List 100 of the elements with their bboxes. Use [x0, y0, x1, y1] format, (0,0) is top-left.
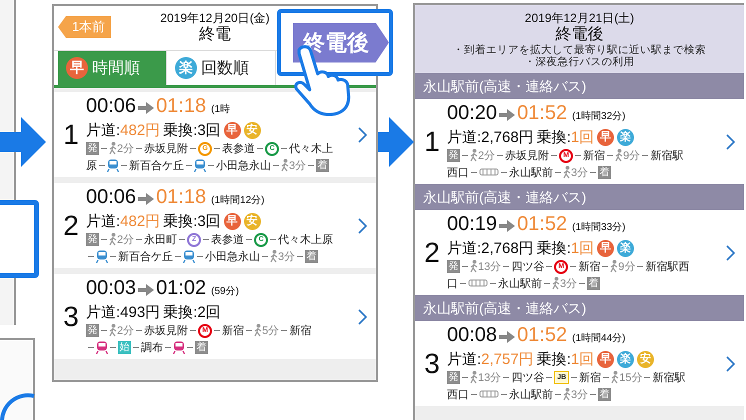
arrow-icon	[499, 331, 516, 343]
fare-label: 片道:	[86, 212, 120, 231]
station-name: 赤坂見附	[505, 149, 550, 163]
walk-time: 2分	[117, 324, 134, 338]
route-symbol: 楽	[617, 240, 634, 257]
arrow-icon	[499, 220, 516, 232]
fare: 2,768円	[481, 128, 534, 147]
date-label: 2019年12月21日(土)	[524, 11, 634, 25]
station-name: 赤坂見附	[144, 324, 188, 338]
fare-label: 片道:	[447, 128, 482, 147]
fare: 482円	[120, 212, 160, 231]
station-name: 新宿	[578, 260, 600, 274]
route-number: 3	[62, 302, 80, 332]
transfer-count: 3回	[197, 121, 221, 140]
chevron-icon[interactable]	[726, 244, 735, 260]
walk-icon	[270, 250, 278, 263]
walk-icon	[470, 260, 478, 273]
walk-icon	[563, 388, 571, 401]
arrival-time: 01:52	[517, 324, 568, 346]
walk-icon	[109, 324, 117, 337]
fare-label: 片道:	[447, 239, 482, 258]
walk-time: 3分	[278, 250, 296, 264]
duration: (1時間12分)	[211, 194, 264, 208]
tab[interactable]: 早 時間順	[58, 51, 167, 85]
tab-symbol: 楽	[175, 57, 197, 79]
station-mark: 発	[86, 233, 99, 246]
walk-time: 3分	[571, 166, 588, 180]
walk-time: 2分	[478, 149, 496, 163]
route-symbol: 早	[597, 129, 614, 146]
walk-icon	[470, 371, 478, 384]
route-symbol: 安	[244, 213, 261, 230]
departure-time: 00:03	[86, 277, 136, 299]
station-name: 原	[86, 159, 97, 173]
fare: 493円	[120, 303, 160, 322]
walk-time: 2分	[117, 233, 134, 247]
route-symbol: 早	[224, 122, 241, 139]
arrival-time: 01:52	[517, 213, 568, 235]
walk-time: 3分	[571, 388, 588, 402]
walk-icon	[552, 277, 560, 290]
arrival-time: 01:02	[156, 277, 206, 299]
arrival-time: 01:18	[156, 186, 206, 208]
arrow-icon	[138, 193, 154, 205]
chevron-icon[interactable]	[726, 356, 735, 372]
walk-time: 3分	[560, 277, 578, 291]
walk-icon	[615, 149, 624, 162]
station-mark: 発	[447, 149, 460, 162]
station-name: 口	[447, 277, 458, 291]
screen-title: 終電後	[556, 25, 604, 44]
arrival-time: 01:52	[517, 102, 568, 124]
transfer-count: 1回	[570, 128, 594, 147]
route-symbol: 早	[224, 213, 241, 230]
fare: 2,757円	[481, 350, 534, 369]
walk-time: 9分	[618, 260, 636, 274]
duration: (1時	[211, 102, 230, 117]
walk-icon	[563, 166, 571, 179]
note-text: ・到着エリアを拡大して最寄り駅に近い駅まで検索	[453, 44, 706, 56]
arrival-time: 01:18	[156, 95, 206, 117]
walk-icon	[281, 159, 289, 172]
duration: (59分)	[211, 285, 239, 299]
screen-title: 終電	[199, 25, 231, 45]
route-symbol: 安	[637, 351, 654, 368]
station-mark: 着	[195, 341, 208, 354]
transfer-label: 乗換:	[163, 303, 198, 322]
transfer-count: 1回	[570, 350, 594, 369]
route-symbol: 早	[597, 240, 614, 257]
station-name: 永田町	[144, 232, 178, 247]
station-name: 西口	[447, 166, 469, 180]
chevron-icon[interactable]	[726, 134, 735, 150]
station-name: 新宿駅西	[645, 260, 690, 274]
date-label: 2019年12月20日(金)	[160, 11, 270, 25]
station-name: 新宿	[222, 324, 244, 338]
chevron-icon[interactable]	[358, 308, 367, 324]
walk-icon	[109, 233, 117, 246]
station-mark: 発	[86, 142, 99, 155]
station-name: 永山駅前	[498, 276, 542, 291]
section-header: 永山駅前(高速・連絡バス)	[415, 73, 744, 99]
walk-time: 2分	[117, 142, 134, 156]
station-name: 小田急永山	[216, 158, 271, 173]
station-name: 新宿	[583, 148, 606, 163]
chevron-icon[interactable]	[358, 218, 367, 234]
walk-time: 5分	[262, 324, 280, 338]
station-name: 四ツ谷	[511, 260, 544, 274]
station-name: 新宿駅	[652, 370, 686, 385]
walk-icon	[611, 371, 620, 384]
arrow-icon	[138, 284, 154, 296]
station-name: 表参道	[222, 142, 256, 156]
fare: 2,768円	[481, 239, 534, 258]
duration: (1時間32分)	[572, 110, 626, 124]
route-symbol: 早	[597, 351, 614, 368]
chevron-icon[interactable]	[358, 126, 367, 142]
transfer-label: 乗換:	[163, 212, 198, 231]
station-name: 新宿	[289, 324, 312, 338]
walk-icon	[610, 260, 618, 273]
walk-time: 13分	[478, 260, 502, 274]
walk-icon	[254, 324, 262, 337]
section-header: 永山駅前(高速・連絡バス)	[415, 184, 744, 210]
route-symbol: 楽	[617, 351, 634, 368]
departure-time: 00:06	[86, 186, 136, 208]
route-number: 2	[423, 238, 441, 268]
route-symbol: 安	[244, 122, 261, 139]
